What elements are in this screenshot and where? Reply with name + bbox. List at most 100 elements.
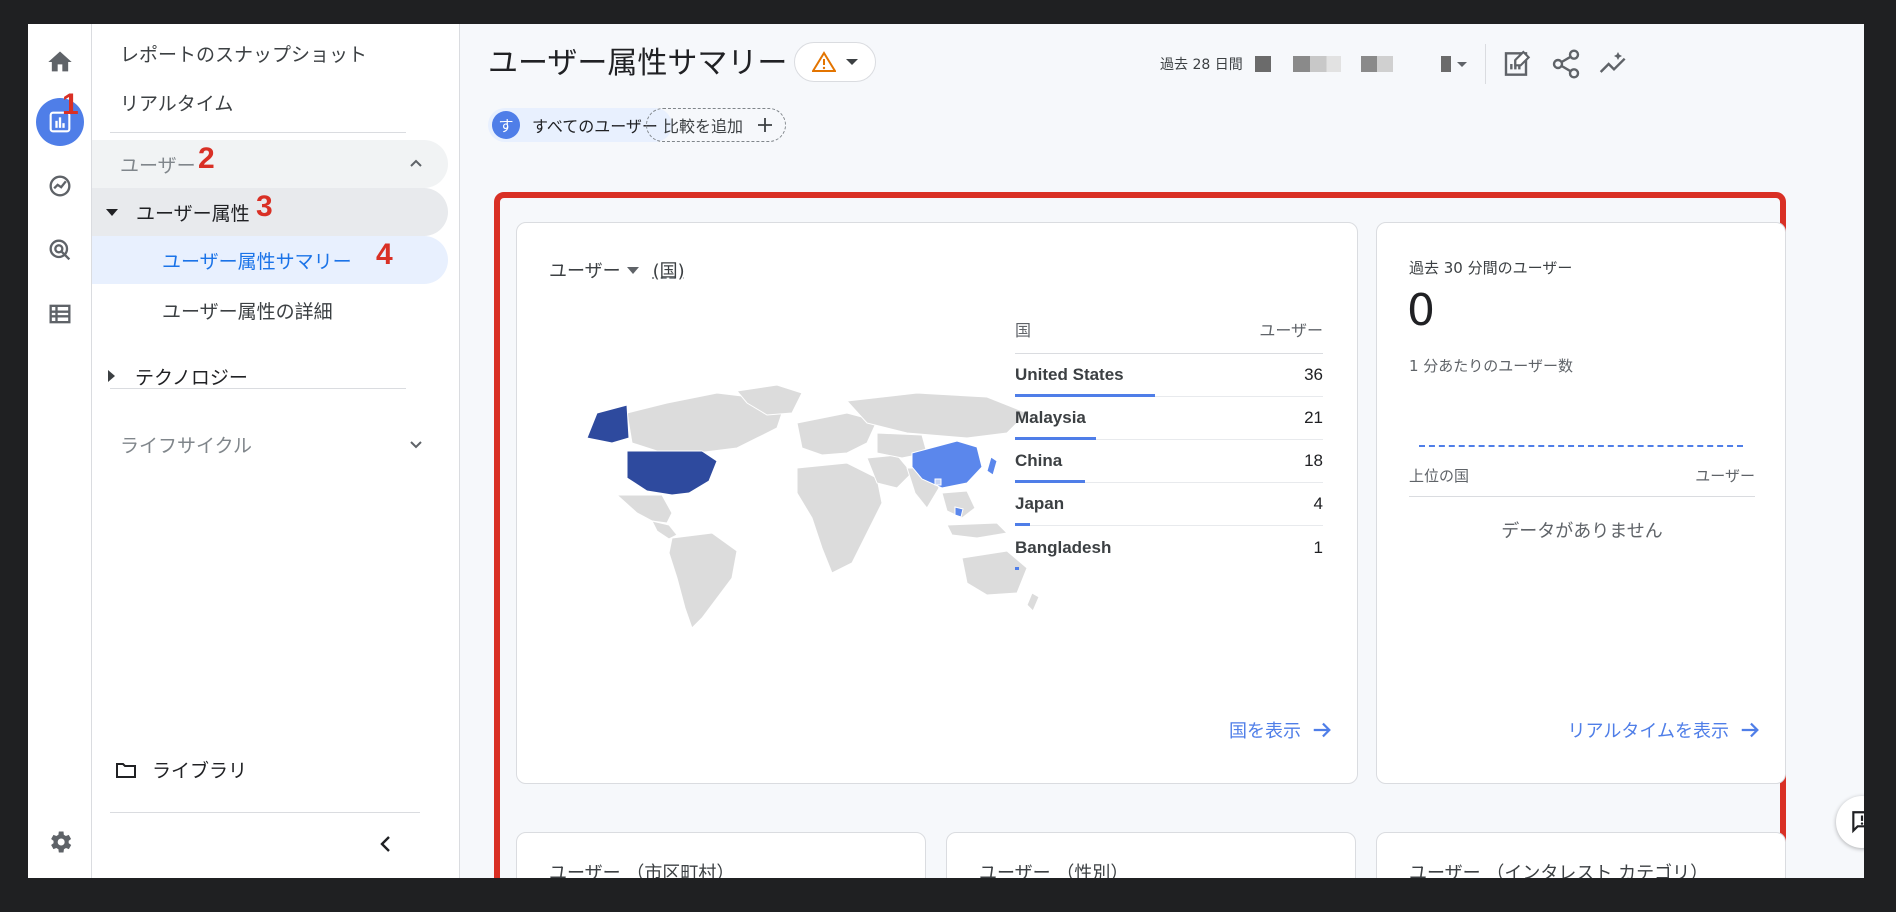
map-region-south-america bbox=[668, 532, 738, 629]
sidebar-item-attr-summary[interactable]: ユーザー属性サマリー 4 bbox=[92, 236, 448, 284]
map-region-mexico bbox=[615, 494, 673, 524]
chip-label: 比較を追加 bbox=[663, 117, 744, 136]
table-row[interactable]: United States 36 bbox=[1015, 354, 1323, 397]
map-region-united-states bbox=[626, 450, 718, 496]
world-map[interactable] bbox=[577, 383, 1047, 633]
metric-label[interactable]: ユーザー bbox=[549, 257, 621, 283]
view-countries-link[interactable]: 国を表示 bbox=[1229, 717, 1333, 743]
table-row[interactable]: Japan 4 bbox=[1015, 483, 1323, 526]
country-card: ユーザー (国) 国 ユーザー United States 36 Malaysi… bbox=[516, 222, 1358, 784]
all-users-chip[interactable]: す すべてのユーザー bbox=[488, 108, 672, 142]
map-region-japan bbox=[986, 456, 998, 476]
table-header: 上位の国 ユーザー bbox=[1409, 465, 1755, 497]
card-title: ユーザー (国) bbox=[549, 257, 685, 283]
column-header-users: ユーザー bbox=[1695, 467, 1755, 485]
caret-right-icon bbox=[108, 370, 115, 382]
home-icon[interactable] bbox=[36, 38, 84, 86]
sidebar-section-label: ユーザー bbox=[120, 154, 196, 177]
table-row[interactable]: China 18 bbox=[1015, 440, 1323, 483]
feedback-icon bbox=[1852, 811, 1864, 834]
sparkline bbox=[1419, 445, 1743, 447]
user-count: 18 bbox=[1304, 451, 1323, 470]
sidebar-section-lifecycle[interactable]: ライフサイクル bbox=[92, 420, 448, 468]
map-region-indonesia bbox=[946, 522, 1009, 539]
redacted-block bbox=[1292, 56, 1341, 72]
annotation-2: 2 bbox=[198, 142, 215, 175]
map-region-bangladesh bbox=[934, 478, 942, 486]
date-range-label[interactable]: 過去 28 日間 bbox=[1160, 54, 1243, 74]
share-bar bbox=[1015, 567, 1020, 570]
report-sidebar: レポートのスナップショット リアルタイム ユーザー 2 ユーザー属性 3 ユーザ… bbox=[92, 24, 460, 878]
user-count: 36 bbox=[1304, 365, 1323, 384]
link-label: 国を表示 bbox=[1229, 721, 1301, 742]
table-row[interactable]: Malaysia 21 bbox=[1015, 397, 1323, 440]
icon-rail: 1 bbox=[28, 24, 92, 878]
configure-icon[interactable] bbox=[36, 290, 84, 338]
sidebar-item-label: テクノロジー bbox=[135, 366, 248, 389]
folder-icon bbox=[116, 762, 136, 778]
sidebar-item-user-attributes[interactable]: ユーザー属性 3 bbox=[92, 188, 448, 236]
arrow-right-icon bbox=[1313, 722, 1331, 738]
collapse-chevron-left-icon[interactable] bbox=[374, 832, 398, 856]
advertising-icon[interactable] bbox=[36, 226, 84, 274]
avatar: す bbox=[492, 111, 520, 139]
interest-card: ユーザー （インタレスト カテゴリ） bbox=[1376, 832, 1786, 878]
sidebar-item-realtime[interactable]: リアルタイム bbox=[120, 89, 233, 116]
settings-gear-icon[interactable] bbox=[36, 818, 84, 866]
data-quality-button[interactable] bbox=[794, 42, 876, 82]
sidebar-section-users[interactable]: ユーザー 2 bbox=[92, 140, 448, 188]
country-name: Japan bbox=[1015, 494, 1065, 513]
user-count: 4 bbox=[1313, 494, 1323, 513]
sidebar-item-library[interactable]: ライブラリ bbox=[114, 756, 247, 783]
country-name: United States bbox=[1015, 365, 1124, 384]
country-name: Bangladesh bbox=[1015, 537, 1112, 557]
view-realtime-link[interactable]: リアルタイムを表示 bbox=[1568, 717, 1761, 743]
column-header-country: 上位の国 bbox=[1409, 467, 1470, 485]
realtime-user-count: 0 bbox=[1407, 285, 1435, 336]
dimension-label: (国) bbox=[652, 261, 685, 282]
annotation-3: 3 bbox=[256, 190, 273, 223]
redacted-block bbox=[1360, 56, 1393, 72]
table-header: 国 ユーザー bbox=[1015, 317, 1323, 354]
redacted-block bbox=[1440, 56, 1451, 72]
divider bbox=[110, 132, 406, 133]
map-region-russia bbox=[845, 392, 1028, 439]
map-region-central-america bbox=[651, 520, 678, 540]
chip-label: すべてのユーザー bbox=[532, 117, 658, 136]
user-count: 1 bbox=[1313, 537, 1323, 557]
sidebar-section-label: ライフサイクル bbox=[120, 434, 253, 457]
sidebar-item-label: ユーザー属性 bbox=[136, 202, 250, 225]
sidebar-item-label: ライブラリ bbox=[152, 760, 248, 782]
map-region-new-zealand bbox=[1026, 592, 1040, 612]
caret-down-icon[interactable] bbox=[1456, 61, 1467, 67]
add-comparison-button[interactable]: 比較を追加 bbox=[646, 108, 787, 142]
map-region-africa bbox=[796, 462, 883, 574]
sidebar-item-technology[interactable]: テクノロジー bbox=[92, 356, 448, 396]
redacted-block bbox=[1254, 56, 1271, 72]
card-title: ユーザー （インタレスト カテゴリ） bbox=[1409, 863, 1709, 878]
annotation-4: 4 bbox=[376, 238, 393, 271]
insights-icon[interactable] bbox=[1598, 48, 1630, 80]
plus-icon bbox=[758, 118, 773, 132]
link-label: リアルタイムを表示 bbox=[1567, 721, 1729, 742]
card-title: ユーザー （性別） bbox=[979, 863, 1129, 878]
warning-icon bbox=[812, 51, 836, 72]
table-row[interactable]: Bangladesh 1 bbox=[1015, 526, 1323, 570]
chevron-up-icon bbox=[410, 159, 422, 167]
arrow-right-icon bbox=[1741, 722, 1759, 738]
divider bbox=[110, 388, 406, 389]
gender-card: ユーザー （性別） bbox=[946, 832, 1356, 878]
sidebar-item-attr-details[interactable]: ユーザー属性の詳細 bbox=[162, 297, 333, 324]
per-minute-label: 1 分あたりのユーザー数 bbox=[1409, 357, 1574, 375]
page-title: ユーザー属性サマリー bbox=[488, 46, 788, 81]
divider bbox=[110, 812, 420, 813]
analytics-app: 1 レポートのスナップショット リアルタイム ユーザー 2 ユーザー属性 3 ユ… bbox=[28, 24, 1864, 878]
country-table: 国 ユーザー United States 36 Malaysia 21 China 18 J… bbox=[1015, 317, 1323, 570]
sidebar-item-snapshot[interactable]: レポートのスナップショット bbox=[120, 40, 367, 67]
caret-down-icon[interactable] bbox=[626, 266, 639, 274]
country-name: Malaysia bbox=[1015, 408, 1086, 427]
caret-down-icon bbox=[846, 59, 858, 65]
explore-icon[interactable] bbox=[36, 162, 84, 210]
share-icon[interactable] bbox=[1550, 48, 1582, 80]
customize-report-icon[interactable] bbox=[1502, 48, 1534, 80]
